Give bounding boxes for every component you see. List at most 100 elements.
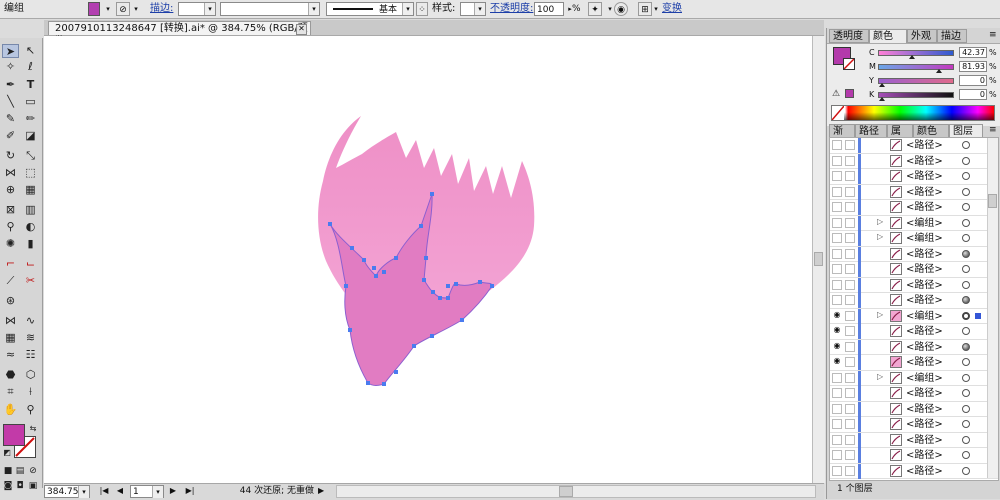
target-circle-icon[interactable] [962,451,970,459]
fill-swatch[interactable] [88,2,100,16]
close-tab-icon[interactable]: ✕ [296,24,307,35]
pencil-tool-icon[interactable]: ✏ [22,112,39,126]
target-circle-icon[interactable] [962,404,970,413]
black-track[interactable] [878,92,954,101]
none-mode-icon[interactable]: ⊘ [27,464,39,478]
tab-appearance[interactable]: 外观 [907,29,937,43]
out-of-gamut-warning-icon[interactable]: ⚠ [832,89,840,99]
stroke-weight-field[interactable]: ▾ [178,2,216,16]
target-circle-icon[interactable] [962,265,970,273]
target-circle-icon[interactable] [962,389,970,397]
lock-toggle[interactable] [845,171,855,181]
slider-handle[interactable] [879,97,885,101]
status-menu-icon[interactable]: ▶ [318,485,328,498]
hand-tool-icon[interactable]: ✋ [2,403,19,417]
layer-row[interactable]: <路径> [830,138,998,154]
lock-toggle[interactable] [845,434,855,445]
visibility-eye-icon[interactable] [832,217,842,228]
lock-toggle[interactable] [845,419,855,429]
measure-tool-icon[interactable]: ⟊ [22,385,39,399]
anchor-point[interactable] [431,290,435,294]
knife-tool-icon[interactable]: ⟋ [2,274,19,288]
anchor-point[interactable] [372,266,376,270]
anchor-point[interactable] [446,284,450,288]
layer-row[interactable]: <路径> [830,262,998,278]
perspective-grid-tool-icon[interactable]: ▦ [22,183,39,197]
lock-toggle[interactable] [845,388,855,398]
gradient-tool-icon[interactable]: ▥ [22,203,39,217]
slice-tool-icon[interactable]: ⌙ [22,257,39,271]
visibility-eye-icon[interactable] [832,388,842,398]
artboard-dropdown-icon[interactable]: ▾ [152,486,163,498]
target-circle-icon[interactable] [962,358,970,366]
warp-tool-icon[interactable]: ⊛ [2,294,19,308]
anchor-point[interactable] [454,282,458,286]
shape-builder-tool-icon[interactable]: ⊕ [2,183,19,197]
artboard-crop-tool-icon[interactable]: ⌗ [2,385,19,399]
visibility-eye-icon[interactable] [832,372,842,383]
yellow-value[interactable]: 0 [959,75,987,86]
visibility-eye-icon[interactable] [832,450,842,460]
direct-selection-tool-icon[interactable]: ↖ [22,44,39,58]
magic-wand-tool-icon[interactable]: ✧ [2,60,19,74]
target-circle-icon[interactable] [962,327,970,335]
flower-artwork[interactable] [44,36,812,483]
line-tool-icon[interactable]: ╲ [2,95,19,109]
yellow-slider[interactable]: Y 0 % [869,75,997,87]
target-circle-icon[interactable] [962,218,970,227]
color-panel-menu-icon[interactable]: ≡ [989,30,997,40]
tab-color-guide[interactable]: 颜色参 [913,124,949,150]
column-graph-tool-icon[interactable]: ▮ [22,237,39,251]
layer-row[interactable]: <路径> [830,200,998,216]
recolor-dropdown-icon[interactable]: ▾ [606,2,614,16]
visibility-eye-icon[interactable] [832,465,842,476]
width-tool-icon[interactable]: ⋈ [2,166,19,180]
lock-toggle[interactable] [845,341,855,352]
mesh-tool-icon[interactable]: ⊠ [2,203,19,217]
fill-dropdown-icon[interactable]: ▾ [104,2,112,16]
variable-width-dropdown-icon[interactable]: ▾ [308,3,319,15]
visibility-eye-icon[interactable] [832,279,842,290]
slider-handle[interactable] [879,83,885,87]
stroke-swatch[interactable]: ⊘ [116,2,130,16]
brush-profile-dropdown-icon[interactable]: ▾ [402,3,413,15]
opacity-input[interactable]: 100 [534,2,564,16]
variable-width-dropdown[interactable]: ▾ [220,2,320,16]
lock-toggle[interactable] [845,465,855,476]
target-circle-icon[interactable] [962,420,970,428]
scale-tool-icon[interactable]: ⤡ [22,149,39,163]
target-circle-icon[interactable] [962,172,970,180]
anchor-point[interactable] [460,318,464,322]
visibility-eye-icon[interactable] [832,202,842,212]
slider-handle[interactable] [908,55,915,59]
anchor-point[interactable] [366,381,370,385]
anchor-point[interactable] [382,270,386,274]
align-icon[interactable]: ⊞ [638,2,652,16]
visibility-eye-icon[interactable] [832,171,842,181]
gamut-color-swatch[interactable] [845,89,854,98]
anchor-point[interactable] [438,296,442,300]
magenta-value[interactable]: 81.93 [959,61,987,72]
layer-row[interactable]: <路径> [830,401,998,417]
screen-mode-icon[interactable]: ▣ [27,479,39,493]
visibility-eye-icon[interactable] [832,248,842,259]
crystallize-tool-icon[interactable]: ≈ [2,348,19,362]
layer-row[interactable]: ◉ <路径> [830,355,998,371]
visibility-eye-icon[interactable] [832,155,842,166]
isolate-group-icon[interactable]: ◉ [614,2,628,16]
magenta-slider[interactable]: M 81.93 % [869,61,997,73]
lock-toggle[interactable] [845,450,855,460]
layer-row[interactable]: ▷ <编组> [830,215,998,231]
swap-fill-stroke-icon[interactable]: ⇆ [28,422,38,436]
twirl-tool-icon[interactable]: ⋈ [2,314,19,328]
live-paint-selection-tool-icon[interactable]: ⬡ [22,368,39,382]
anchor-point[interactable] [424,256,428,260]
layer-row[interactable]: ▷ <编组> [830,370,998,386]
layer-row[interactable]: <路径> [830,463,998,479]
transform-link[interactable]: 变换 [662,2,682,16]
horizontal-scrollbar[interactable] [336,485,816,498]
tab-attributes[interactable]: 属性 [887,124,913,150]
scallop-tool-icon[interactable]: ≋ [22,331,39,345]
cyan-slider[interactable]: C 42.37 % [869,47,997,59]
anchor-point[interactable] [446,296,450,300]
